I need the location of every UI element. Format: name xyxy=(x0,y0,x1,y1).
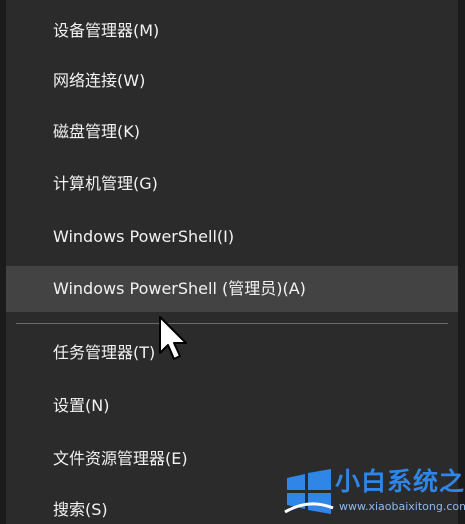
menu-item-label: 计算机管理(G) xyxy=(53,174,158,193)
menu-item-task-manager[interactable]: 任务管理器(T) xyxy=(6,332,458,374)
menu-separator xyxy=(16,323,448,324)
menu-item-label: 磁盘管理(K) xyxy=(53,122,140,141)
menu-item-label: 网络连接(W) xyxy=(53,71,146,90)
menu-item-label: 任务管理器(T) xyxy=(53,343,156,362)
windows-logo-icon xyxy=(284,469,334,514)
menu-item-label: 文件资源管理器(E) xyxy=(53,449,188,468)
menu-item-label: 搜索(S) xyxy=(53,500,108,519)
watermark: 小白系统之家 www.xiaobaixitong.com xyxy=(283,462,465,520)
menu-item-disk-management[interactable]: 磁盘管理(K) xyxy=(6,111,458,153)
mouse-pointer-icon xyxy=(159,316,187,360)
winx-context-menu: 设备管理器(M) 网络连接(W) 磁盘管理(K) 计算机管理(G) Window… xyxy=(6,0,458,524)
menu-item-label: 设置(N) xyxy=(53,396,110,415)
menu-item-label: 设备管理器(M) xyxy=(53,21,160,40)
menu-item-label: Windows PowerShell(I) xyxy=(53,227,235,246)
watermark-url: www.xiaobaixitong.com xyxy=(339,500,465,513)
menu-item-settings[interactable]: 设置(N) xyxy=(6,385,458,427)
menu-item-device-manager[interactable]: 设备管理器(M) xyxy=(6,10,458,52)
menu-item-label: Windows PowerShell (管理员)(A) xyxy=(53,279,306,298)
watermark-title: 小白系统之家 xyxy=(335,467,465,496)
screen: 设备管理器(M) 网络连接(W) 磁盘管理(K) 计算机管理(G) Window… xyxy=(0,0,465,524)
menu-item-powershell-admin[interactable]: Windows PowerShell (管理员)(A) xyxy=(6,266,458,312)
menu-item-network-connections[interactable]: 网络连接(W) xyxy=(6,60,458,102)
menu-item-powershell[interactable]: Windows PowerShell(I) xyxy=(6,216,458,258)
menu-item-computer-management[interactable]: 计算机管理(G) xyxy=(6,163,458,205)
